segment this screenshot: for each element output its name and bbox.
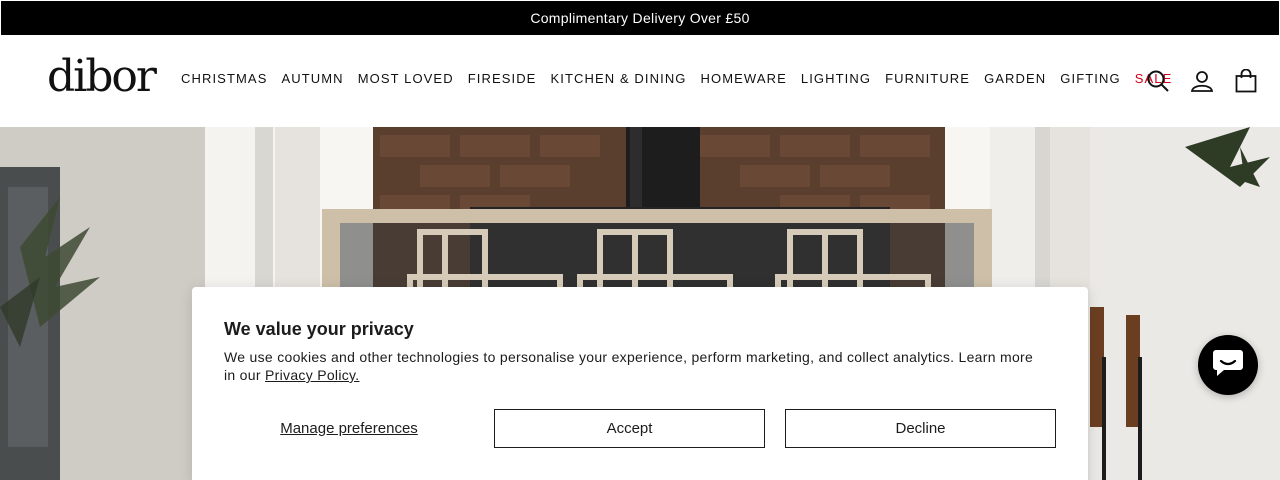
- cookie-title: We value your privacy: [224, 319, 414, 339]
- nav-item-most-loved[interactable]: MOST LOVED: [358, 71, 454, 86]
- announcement-text: Complimentary Delivery Over £50: [530, 10, 750, 26]
- announcement-bar: Complimentary Delivery Over £50: [1, 1, 1279, 35]
- nav-item-garden[interactable]: GARDEN: [984, 71, 1046, 86]
- site-header: dibor CHRISTMAS AUTUMN MOST LOVED FIRESI…: [0, 35, 1280, 127]
- cart-icon[interactable]: [1234, 69, 1258, 93]
- account-icon[interactable]: [1190, 69, 1214, 93]
- nav-item-furniture[interactable]: FURNITURE: [885, 71, 970, 86]
- chat-widget-button[interactable]: [1198, 335, 1258, 395]
- manage-preferences-button[interactable]: Manage preferences: [224, 409, 474, 447]
- nav-item-gifting[interactable]: GIFTING: [1060, 71, 1120, 86]
- nav-item-kitchen-dining[interactable]: KITCHEN & DINING: [550, 71, 686, 86]
- nav-item-christmas[interactable]: CHRISTMAS: [181, 71, 267, 86]
- cookie-body: We use cookies and other technologies to…: [224, 348, 1044, 384]
- cookie-banner: We value your privacy We use cookies and…: [192, 287, 1088, 480]
- privacy-policy-link[interactable]: Privacy Policy.: [265, 367, 359, 383]
- nav-item-fireside[interactable]: FIRESIDE: [468, 71, 537, 86]
- accept-button[interactable]: Accept: [494, 409, 765, 448]
- decline-button[interactable]: Decline: [785, 409, 1056, 448]
- brand-logo[interactable]: dibor: [47, 55, 157, 99]
- search-icon[interactable]: [1146, 69, 1170, 93]
- nav-item-homeware[interactable]: HOMEWARE: [701, 71, 787, 86]
- header-icons: [1146, 69, 1258, 93]
- nav-item-lighting[interactable]: LIGHTING: [801, 71, 871, 86]
- main-nav: CHRISTMAS AUTUMN MOST LOVED FIRESIDE KIT…: [181, 71, 1172, 86]
- chat-bubble-icon: [1212, 348, 1244, 383]
- nav-item-autumn[interactable]: AUTUMN: [281, 71, 343, 86]
